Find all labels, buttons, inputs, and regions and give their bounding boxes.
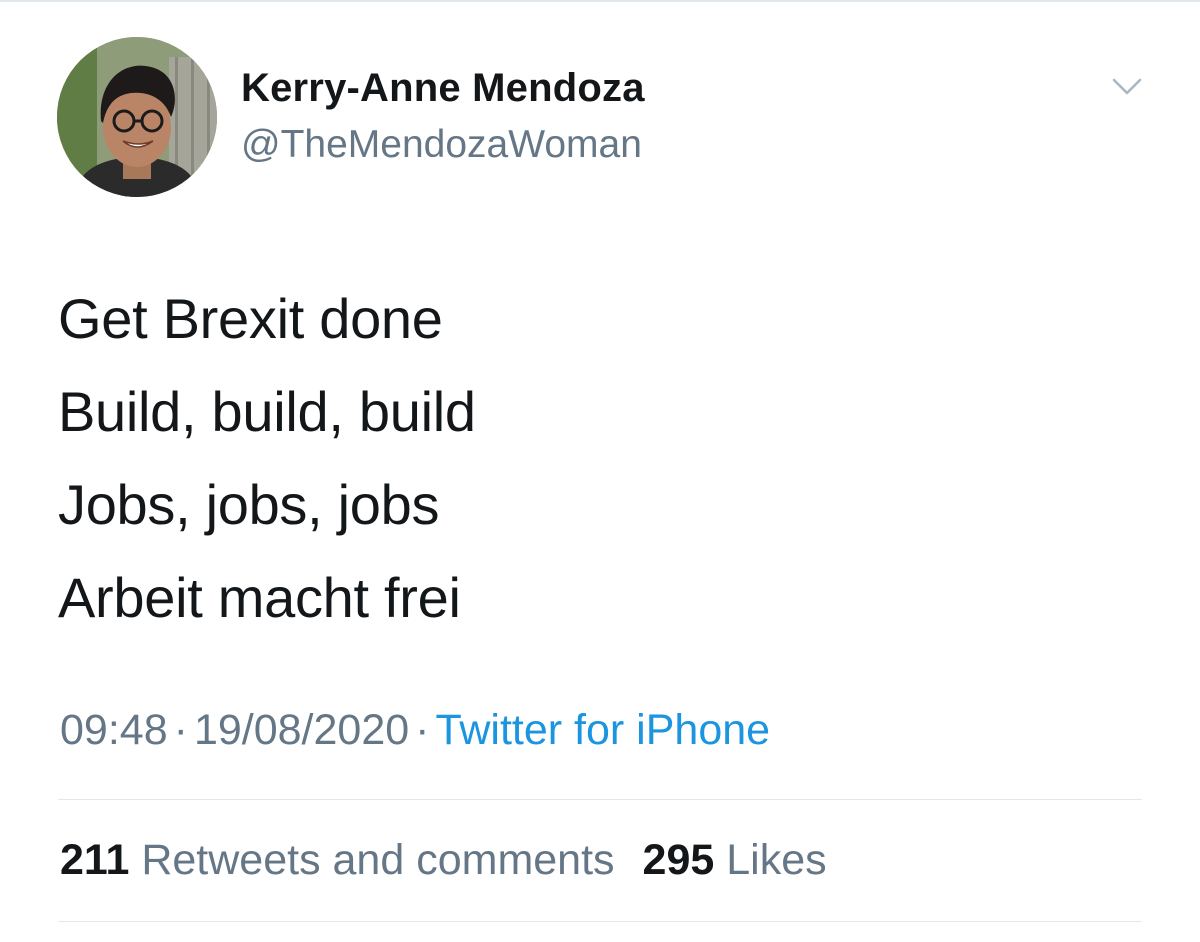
- top-divider: [0, 0, 1200, 2]
- author-display-name[interactable]: Kerry-Anne Mendoza: [241, 66, 645, 111]
- tweet-line: Get Brexit done: [58, 287, 443, 350]
- author-handle[interactable]: @TheMendozaWoman: [241, 123, 642, 167]
- retweets-count: 211: [60, 836, 130, 884]
- tweet-text: Get Brexit done Build, build, build Jobs…: [58, 272, 1138, 644]
- chevron-down-icon[interactable]: [1110, 74, 1144, 100]
- divider: [58, 921, 1142, 922]
- tweet-stats: 211 Retweets and comments 295 Likes: [60, 836, 827, 885]
- likes-count: 295: [642, 836, 715, 884]
- tweet-meta: 09:48 · 19/08/2020 · Twitter for iPhone: [60, 706, 770, 755]
- profile-photo: [57, 37, 217, 197]
- tweet-line: Arbeit macht frei: [58, 566, 461, 629]
- tweet-time: 09:48: [60, 706, 168, 754]
- tweet-line: Jobs, jobs, jobs: [58, 473, 440, 536]
- divider: [58, 799, 1142, 800]
- likes-stat[interactable]: 295 Likes: [643, 836, 827, 884]
- tweet-source-link[interactable]: Twitter for iPhone: [435, 706, 770, 754]
- meta-separator: ·: [173, 706, 188, 754]
- tweet-line: Build, build, build: [58, 380, 476, 443]
- retweets-label: Retweets and comments: [141, 836, 615, 884]
- likes-label: Likes: [726, 836, 827, 884]
- avatar[interactable]: [57, 37, 217, 197]
- retweets-stat[interactable]: 211 Retweets and comments: [60, 836, 615, 884]
- meta-separator: ·: [415, 706, 430, 754]
- tweet-date[interactable]: 19/08/2020: [194, 706, 409, 754]
